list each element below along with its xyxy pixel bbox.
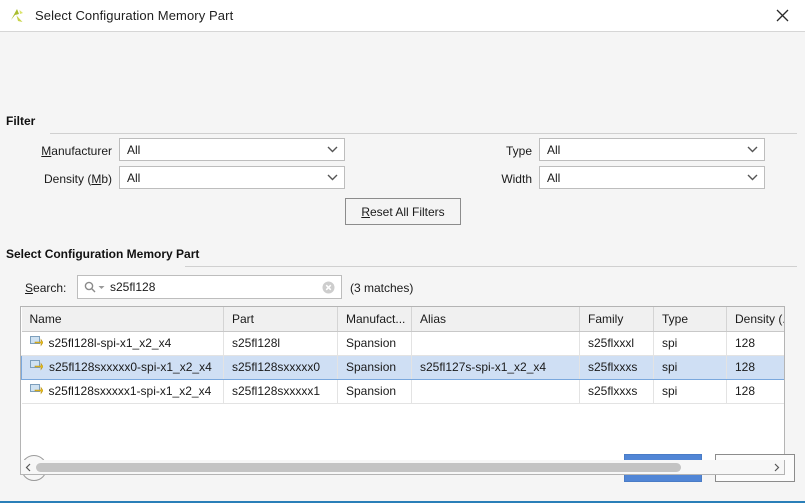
table-header-row: NamePartManufact...AliasFamilyTypeDensit… [22,307,785,331]
scroll-left-arrow-icon[interactable] [21,461,36,474]
search-icon [84,281,96,293]
reset-button-mnemonic: R [361,205,370,219]
cell-part: s25fl128sxxxxx0 [224,355,338,379]
column-header[interactable]: Name [22,307,224,331]
cell-alias: s25fl127s-spi-x1_x2_x4 [412,355,580,379]
vivado-logo-icon [7,6,27,26]
filter-section-divider [50,133,797,134]
name-cell: s25fl128sxxxxx0-spi-x1_x2_x4 [30,356,223,379]
type-label: Type [450,144,532,158]
type-value: All [540,143,740,157]
memory-chip-icon [30,360,43,375]
match-count: (3 matches) [350,281,413,295]
cell-type: spi [654,331,727,355]
search-box[interactable] [77,275,342,299]
manufacturer-label: Manufacturer [30,144,112,158]
row-name-text: s25fl128sxxxxx1-spi-x1_x2_x4 [49,384,212,398]
density-value: All [120,171,320,185]
window-title: Select Configuration Memory Part [35,8,233,23]
chevron-down-icon [320,174,344,181]
scroll-right-arrow-icon[interactable] [769,461,784,474]
density-label-mnemonic: M [91,172,101,186]
filter-section-header: Filter [6,114,35,128]
search-label-mnemonic: S [25,281,33,295]
reset-button-label: eset All Filters [370,205,445,219]
cell-alias [412,331,580,355]
search-input[interactable] [110,278,322,296]
memory-chip-icon [30,336,43,351]
close-icon[interactable] [760,0,805,31]
density-label-prefix: Density ( [44,172,91,186]
scrollbar-track[interactable] [36,461,769,474]
cell-name: s25fl128l-spi-x1_x2_x4 [22,331,224,355]
column-header[interactable]: Manufact... [338,307,412,331]
clear-icon[interactable] [322,281,335,294]
manufacturer-label-text: anufacturer [51,144,112,158]
search-label-text: earch: [33,281,66,295]
cell-name: s25fl128sxxxxx1-spi-x1_x2_x4 [22,379,224,403]
row-name-text: s25fl128l-spi-x1_x2_x4 [49,336,172,350]
table-row[interactable]: s25fl128l-spi-x1_x2_x4 s25fl128lSpansion s… [22,331,785,355]
cell-type: spi [654,355,727,379]
cell-type: spi [654,379,727,403]
width-label: Width [450,172,532,186]
name-cell: s25fl128sxxxxx1-spi-x1_x2_x4 [30,380,224,403]
search-label: Search: [25,281,66,295]
chevron-down-icon [320,146,344,153]
cell-name: s25fl128sxxxxx0-spi-x1_x2_x4 [22,355,224,379]
cell-family: s25flxxxs [580,355,654,379]
manufacturer-select[interactable]: All [119,138,345,161]
reset-all-filters-button[interactable]: Reset All Filters [345,198,461,225]
cell-manufacturer: Spansion [338,331,412,355]
title-bar: Select Configuration Memory Part [0,0,805,32]
select-part-section-divider [185,266,797,267]
cell-alias [412,379,580,403]
cell-part: s25fl128sxxxxx1 [224,379,338,403]
width-select[interactable]: All [539,166,765,189]
row-name-text: s25fl128sxxxxx0-spi-x1_x2_x4 [49,360,212,374]
column-header[interactable]: Alias [412,307,580,331]
search-options-chevron-icon[interactable] [98,285,105,290]
cell-family: s25flxxxl [580,331,654,355]
density-label: Density (Mb) [30,172,112,186]
density-label-suffix: b) [101,172,112,186]
cell-density: 128 [727,379,785,403]
chevron-down-icon [740,146,764,153]
chevron-down-icon [740,174,764,181]
dialog-content: Filter Manufacturer All Density (Mb) All… [0,32,805,501]
select-part-section-header: Select Configuration Memory Part [6,247,199,261]
cell-density: 128 [727,355,785,379]
width-value: All [540,171,740,185]
cell-family: s25flxxxs [580,379,654,403]
column-header[interactable]: Part [224,307,338,331]
cell-manufacturer: Spansion [338,355,412,379]
type-select[interactable]: All [539,138,765,161]
density-select[interactable]: All [119,166,345,189]
manufacturer-value: All [120,143,320,157]
column-header[interactable]: Type [654,307,727,331]
cell-density: 128 [727,331,785,355]
memory-chip-icon [30,384,43,399]
column-header[interactable]: Family [580,307,654,331]
column-header[interactable]: Density (. [727,307,785,331]
horizontal-scrollbar[interactable] [20,460,785,475]
select-configuration-memory-part-dialog: Select Configuration Memory Part Filter … [0,0,805,503]
manufacturer-label-mnemonic: M [41,144,51,158]
cell-part: s25fl128l [224,331,338,355]
cell-manufacturer: Spansion [338,379,412,403]
table-row[interactable]: s25fl128sxxxxx1-spi-x1_x2_x4 s25fl128sxxx… [22,379,785,403]
scrollbar-thumb[interactable] [36,463,681,472]
name-cell: s25fl128l-spi-x1_x2_x4 [30,332,224,355]
table-row[interactable]: s25fl128sxxxxx0-spi-x1_x2_x4 s25fl128sxxx… [22,355,785,379]
